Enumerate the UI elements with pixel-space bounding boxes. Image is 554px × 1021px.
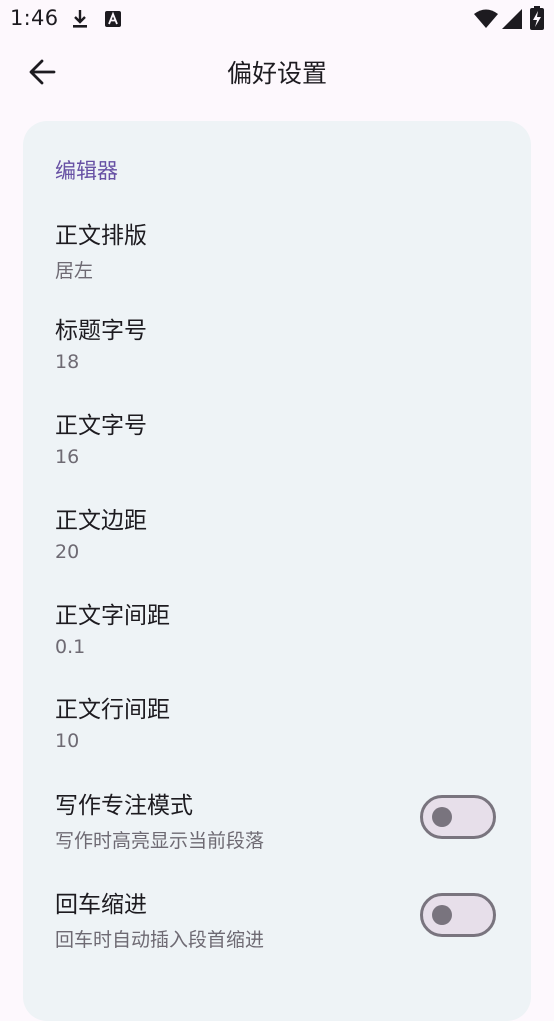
pref-title: 正文边距 xyxy=(55,508,147,534)
pref-summary: 10 xyxy=(55,730,80,752)
editor-settings-card: 编辑器 正文排版 居左 标题字号 18 正文字号 16 正文边距 20 正文字间… xyxy=(23,121,531,1021)
notification-a-icon xyxy=(105,11,121,27)
pref-summary: 居左 xyxy=(55,260,94,282)
focus-mode-switch[interactable] xyxy=(420,795,496,839)
top-app-bar: 偏好设置 xyxy=(0,38,554,106)
pref-title: 正文排版 xyxy=(55,223,147,249)
pref-summary: 18 xyxy=(55,351,80,373)
pref-title: 正文行间距 xyxy=(55,697,170,723)
pref-summary: 20 xyxy=(55,541,80,563)
pref-summary: 回车时自动插入段首缩进 xyxy=(55,929,265,951)
pref-title: 正文字号 xyxy=(55,413,147,439)
pref-enter-indent[interactable]: 回车缩进 回车时自动插入段首缩进 xyxy=(23,885,531,977)
section-header-editor: 编辑器 xyxy=(55,159,118,183)
pref-summary: 0.1 xyxy=(55,636,86,658)
signal-icon xyxy=(502,9,522,29)
pref-heading-font-size[interactable]: 标题字号 18 xyxy=(23,311,531,403)
pref-summary: 16 xyxy=(55,446,80,468)
status-bar: 1:46 xyxy=(0,0,554,38)
pref-summary: 写作时高亮显示当前段落 xyxy=(55,830,265,852)
switch-thumb xyxy=(432,807,452,827)
pref-title: 回车缩进 xyxy=(55,892,147,918)
pref-title: 写作专注模式 xyxy=(55,793,193,819)
pref-text-alignment[interactable]: 正文排版 居左 xyxy=(23,216,531,308)
pref-title: 正文字间距 xyxy=(55,603,170,629)
pref-letter-spacing[interactable]: 正文字间距 0.1 xyxy=(23,596,531,688)
download-icon xyxy=(73,10,87,28)
pref-body-font-size[interactable]: 正文字号 16 xyxy=(23,406,531,498)
status-time: 1:46 xyxy=(10,6,59,30)
wifi-icon xyxy=(474,9,498,28)
pref-line-spacing[interactable]: 正文行间距 10 xyxy=(23,690,531,782)
pref-title: 标题字号 xyxy=(55,318,147,344)
switch-thumb xyxy=(432,905,452,925)
page-title: 偏好设置 xyxy=(226,59,327,88)
enter-indent-switch[interactable] xyxy=(420,893,496,937)
battery-charging-icon xyxy=(530,6,544,30)
pref-focus-mode[interactable]: 写作专注模式 写作时高亮显示当前段落 xyxy=(23,786,531,878)
pref-body-margin[interactable]: 正文边距 20 xyxy=(23,501,531,593)
